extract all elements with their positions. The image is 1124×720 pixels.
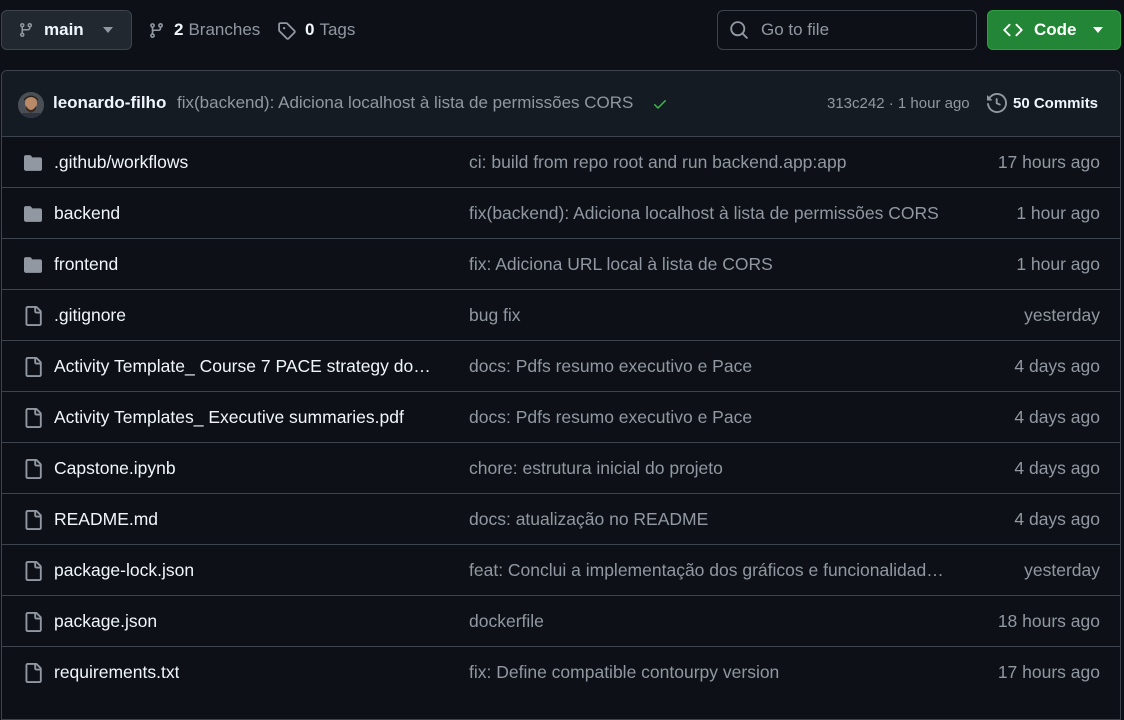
code-icon bbox=[1003, 20, 1023, 40]
file-row[interactable]: frontend fix: Adiciona URL local à lista … bbox=[2, 239, 1120, 290]
chevron-down-icon bbox=[1093, 27, 1103, 33]
file-name-link[interactable]: README.md bbox=[54, 509, 158, 530]
avatar[interactable] bbox=[18, 92, 44, 118]
file-commit-message-link[interactable]: chore: estrutura inicial do projeto bbox=[469, 458, 723, 479]
file-row[interactable]: package-lock.json feat: Conclui a impleme… bbox=[2, 545, 1120, 596]
file-list: .github/workflows ci: build from repo roo… bbox=[2, 137, 1120, 698]
commit-sha[interactable]: 313c242 bbox=[827, 95, 885, 112]
file-name-link[interactable]: package-lock.json bbox=[54, 560, 194, 581]
file-row[interactable]: Activity Template_ Course 7 PACE strateg… bbox=[2, 341, 1120, 392]
commit-sha-time: 313c242 · 1 hour ago bbox=[827, 95, 970, 112]
file-icon bbox=[23, 561, 43, 581]
code-button-label: Code bbox=[1034, 20, 1077, 39]
git-branch-icon bbox=[148, 22, 165, 39]
branch-selector-button[interactable]: main bbox=[1, 10, 132, 50]
commit-message[interactable]: fix(backend): Adiciona localhost à lista… bbox=[177, 93, 633, 113]
latest-commit-bar: leonardo-filho fix(backend): Adiciona lo… bbox=[2, 71, 1120, 137]
file-commit-message-link[interactable]: fix(backend): Adiciona localhost à lista… bbox=[469, 203, 939, 224]
file-commit-time: 17 hours ago bbox=[997, 662, 1100, 682]
commit-author[interactable]: leonardo-filho bbox=[53, 93, 166, 113]
file-commit-message-link[interactable]: fix: Adiciona URL local à lista de CORS bbox=[469, 254, 773, 275]
file-icon bbox=[23, 612, 43, 632]
branches-link[interactable]: 2 Branches bbox=[148, 10, 260, 50]
file-commit-time: yesterday bbox=[1024, 560, 1100, 580]
file-commit-message-link[interactable]: docs: Pdfs resumo executivo e Pace bbox=[469, 356, 752, 377]
file-row[interactable]: .gitignore bug fix yesterday bbox=[2, 290, 1120, 341]
file-commit-time: 18 hours ago bbox=[997, 611, 1100, 631]
branch-name: main bbox=[44, 20, 84, 39]
file-commit-time: 17 hours ago bbox=[997, 152, 1100, 172]
search-icon bbox=[729, 20, 749, 40]
tags-link[interactable]: 0 Tags bbox=[277, 10, 355, 50]
file-icon bbox=[23, 510, 43, 530]
file-commit-message-link[interactable]: dockerfile bbox=[469, 611, 544, 632]
file-name-link[interactable]: requirements.txt bbox=[54, 662, 179, 683]
file-commit-time: 4 days ago bbox=[1014, 509, 1100, 529]
separator: · bbox=[884, 95, 898, 112]
commit-time: 1 hour ago bbox=[897, 95, 970, 112]
tags-label: Tags bbox=[319, 20, 356, 39]
file-commit-message-link[interactable]: ci: build from repo root and run backend… bbox=[469, 152, 846, 173]
file-icon bbox=[23, 357, 43, 377]
folder-icon bbox=[23, 256, 43, 274]
chevron-down-icon bbox=[103, 27, 113, 33]
file-name-link[interactable]: .github/workflows bbox=[54, 152, 188, 173]
file-commit-time: 4 days ago bbox=[1014, 407, 1100, 427]
file-row[interactable]: backend fix(backend): Adiciona localhost … bbox=[2, 188, 1120, 239]
file-commit-time: 1 hour ago bbox=[1016, 254, 1100, 274]
file-icon bbox=[23, 306, 43, 326]
file-commit-time: 4 days ago bbox=[1014, 356, 1100, 376]
code-button[interactable]: Code bbox=[987, 10, 1121, 50]
history-icon bbox=[987, 93, 1007, 113]
go-to-file-search[interactable] bbox=[717, 10, 977, 50]
branches-count: 2 bbox=[174, 20, 184, 39]
file-commit-message-link[interactable]: feat: Conclui a implementação dos gráfic… bbox=[469, 560, 949, 581]
go-to-file-input[interactable] bbox=[759, 19, 959, 41]
file-row[interactable]: Capstone.ipynb chore: estrutura inicial d… bbox=[2, 443, 1120, 494]
file-name-link[interactable]: Activity Template_ Course 7 PACE strateg… bbox=[54, 356, 434, 377]
repo-toolbar: main 2 Branches 0 Tags Code bbox=[0, 0, 1124, 62]
folder-icon bbox=[23, 205, 43, 223]
file-name-link[interactable]: Capstone.ipynb bbox=[54, 458, 176, 479]
file-commit-message-link[interactable]: docs: atualização no README bbox=[469, 509, 708, 530]
file-commit-message-link[interactable]: fix: Define compatible contourpy version bbox=[469, 662, 779, 683]
file-icon bbox=[23, 408, 43, 428]
file-icon bbox=[23, 459, 43, 479]
file-name-link[interactable]: frontend bbox=[54, 254, 118, 275]
commits-history-link[interactable]: 50 Commits bbox=[987, 93, 1098, 113]
branches-label: Branches bbox=[188, 20, 261, 39]
file-commit-message-link[interactable]: docs: Pdfs resumo executivo e Pace bbox=[469, 407, 752, 428]
file-commit-time: yesterday bbox=[1024, 305, 1100, 325]
file-browser: leonardo-filho fix(backend): Adiciona lo… bbox=[1, 70, 1121, 720]
file-row[interactable]: .github/workflows ci: build from repo roo… bbox=[2, 137, 1120, 188]
commits-count-label: 50 Commits bbox=[1013, 94, 1099, 112]
file-name-link[interactable]: package.json bbox=[54, 611, 157, 632]
tag-icon bbox=[277, 21, 296, 40]
file-commit-message-link[interactable]: bug fix bbox=[469, 305, 521, 326]
folder-icon bbox=[23, 154, 43, 172]
check-icon[interactable] bbox=[652, 96, 668, 112]
file-name-link[interactable]: Activity Templates_ Executive summaries.… bbox=[54, 407, 404, 428]
file-commit-time: 1 hour ago bbox=[1016, 203, 1100, 223]
file-row[interactable]: README.md docs: atualização no README 4 da… bbox=[2, 494, 1120, 545]
tags-count: 0 bbox=[305, 20, 315, 39]
file-row[interactable]: requirements.txt fix: Define compatible c… bbox=[2, 647, 1120, 698]
file-icon bbox=[23, 663, 43, 683]
file-name-link[interactable]: backend bbox=[54, 203, 120, 224]
git-branch-icon bbox=[18, 22, 34, 38]
file-row[interactable]: package.json dockerfile 18 hours ago bbox=[2, 596, 1120, 647]
file-commit-time: 4 days ago bbox=[1014, 458, 1100, 478]
file-row[interactable]: Activity Templates_ Executive summaries.… bbox=[2, 392, 1120, 443]
file-name-link[interactable]: .gitignore bbox=[54, 305, 126, 326]
